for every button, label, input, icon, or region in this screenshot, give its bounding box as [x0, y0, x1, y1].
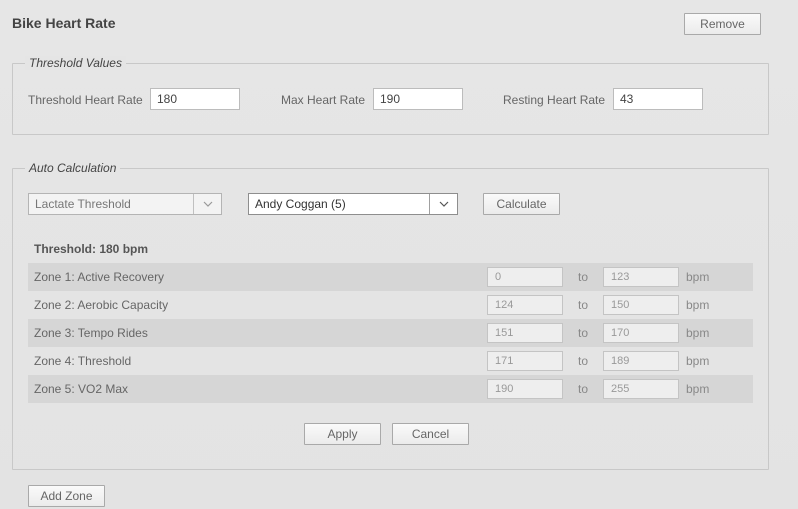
resting-heart-rate-label: Resting Heart Rate	[503, 93, 606, 107]
unit-label: bpm	[686, 382, 710, 396]
unit-label: bpm	[686, 326, 710, 340]
calculation-method-select[interactable]: Lactate Threshold	[28, 193, 222, 215]
zone-to-input[interactable]: 255	[603, 379, 679, 399]
chevron-down-icon	[193, 194, 221, 214]
remove-button[interactable]: Remove	[684, 13, 761, 35]
page-title: Bike Heart Rate	[12, 15, 116, 31]
to-label: to	[578, 298, 589, 312]
zone-from-input[interactable]: 171	[487, 351, 563, 371]
to-label: to	[578, 354, 589, 368]
to-label: to	[578, 326, 589, 340]
threshold-summary: Threshold: 180 bpm	[34, 242, 149, 256]
chevron-down-icon	[429, 194, 457, 214]
zone-from-input[interactable]: 124	[487, 295, 563, 315]
zone-model-value: Andy Coggan (5)	[255, 197, 346, 211]
cancel-button[interactable]: Cancel	[392, 423, 469, 445]
threshold-heart-rate-label: Threshold Heart Rate	[28, 93, 143, 107]
max-heart-rate-label: Max Heart Rate	[281, 93, 366, 107]
unit-label: bpm	[686, 270, 710, 284]
zone-from-input[interactable]: 190	[487, 379, 563, 399]
auto-calculation-legend: Auto Calculation	[25, 161, 121, 175]
threshold-heart-rate-input[interactable]	[150, 88, 240, 110]
zone-from-input[interactable]: 151	[487, 323, 563, 343]
zone-model-select[interactable]: Andy Coggan (5)	[248, 193, 458, 215]
zone-row: Zone 3: Tempo Rides 151 to 170 bpm	[28, 319, 753, 347]
resting-heart-rate-input[interactable]	[613, 88, 703, 110]
zone-to-input[interactable]: 123	[603, 267, 679, 287]
zone-to-input[interactable]: 170	[603, 323, 679, 343]
zone-row: Zone 1: Active Recovery 0 to 123 bpm	[28, 263, 753, 291]
zone-name: Zone 4: Threshold	[34, 354, 132, 368]
zone-name: Zone 1: Active Recovery	[34, 270, 165, 284]
zone-name: Zone 3: Tempo Rides	[34, 326, 148, 340]
zone-row: Zone 5: VO2 Max 190 to 255 bpm	[28, 375, 753, 403]
add-zone-button[interactable]: Add Zone	[28, 485, 105, 507]
bike-heart-rate-page: Bike Heart Rate Remove Threshold Values …	[0, 0, 798, 509]
unit-label: bpm	[686, 354, 710, 368]
zone-row: Zone 2: Aerobic Capacity 124 to 150 bpm	[28, 291, 753, 319]
zone-name: Zone 5: VO2 Max	[34, 382, 129, 396]
max-heart-rate-input[interactable]	[373, 88, 463, 110]
to-label: to	[578, 382, 589, 396]
zone-from-input[interactable]: 0	[487, 267, 563, 287]
calculate-button[interactable]: Calculate	[483, 193, 560, 215]
apply-button[interactable]: Apply	[304, 423, 381, 445]
zone-name: Zone 2: Aerobic Capacity	[34, 298, 169, 312]
zone-row: Zone 4: Threshold 171 to 189 bpm	[28, 347, 753, 375]
threshold-values-legend: Threshold Values	[25, 56, 126, 70]
calculation-method-value: Lactate Threshold	[35, 197, 131, 211]
unit-label: bpm	[686, 298, 710, 312]
zone-to-input[interactable]: 189	[603, 351, 679, 371]
to-label: to	[578, 270, 589, 284]
zone-to-input[interactable]: 150	[603, 295, 679, 315]
